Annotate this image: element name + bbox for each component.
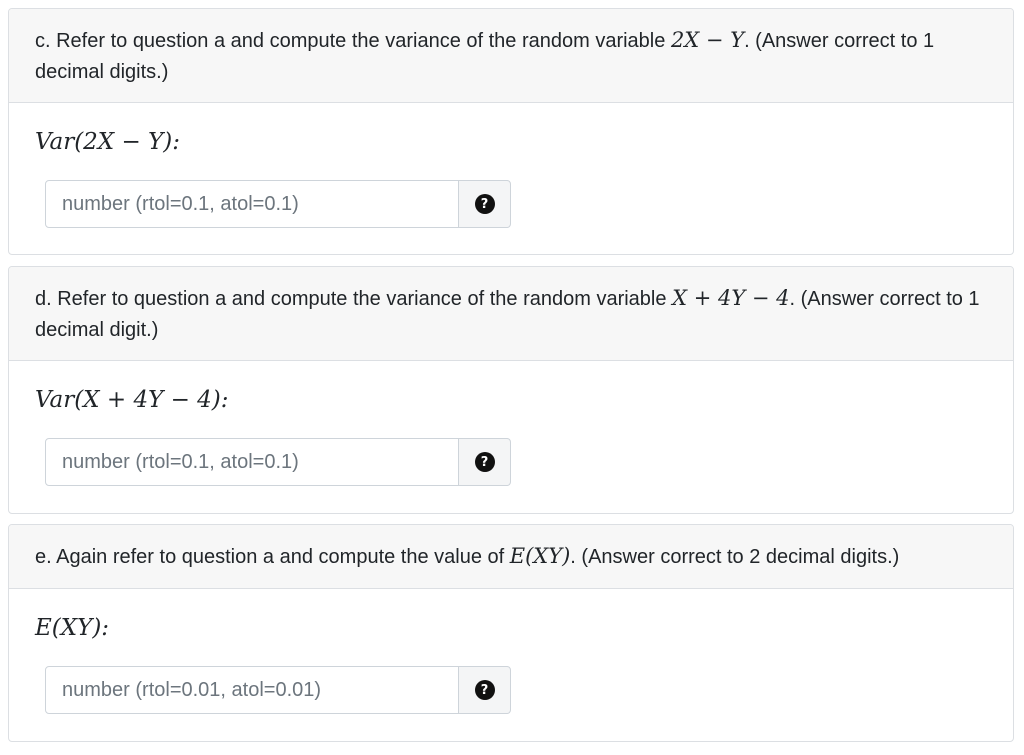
answer-input-c[interactable] [45, 180, 459, 228]
question-card-c: c. Refer to question a and compute the v… [8, 8, 1014, 255]
answer-input-group-d: ? [45, 438, 512, 486]
help-button-d[interactable]: ? [458, 438, 511, 486]
question-card-e: e. Again refer to question a and compute… [8, 524, 1014, 742]
question-card-d: d. Refer to question a and compute the v… [8, 266, 1014, 514]
question-prompt-e: e. Again refer to question a and compute… [9, 525, 1013, 589]
question-circle-icon: ? [474, 452, 495, 472]
answer-area-d: Var(X + 4Y − 4): ? [9, 361, 1013, 513]
prompt-math-d: X + 4Y − 4 [672, 286, 790, 310]
prompt-text-c: c. Refer to question a and compute the v… [35, 30, 671, 52]
answer-area-e: E(XY): ? [9, 589, 1013, 741]
answer-label-d: Var(X + 4Y − 4): [35, 387, 229, 413]
answer-input-d[interactable] [45, 438, 459, 486]
answer-area-c: Var(2X − Y): ? [9, 103, 1013, 254]
answer-input-group-e: ? [45, 666, 512, 714]
answer-input-group-c: ? [45, 180, 512, 228]
question-prompt-d: d. Refer to question a and compute the v… [9, 267, 1013, 361]
answer-label-e: E(XY): [35, 615, 110, 641]
help-button-c[interactable]: ? [458, 180, 511, 228]
prompt-text-d: d. Refer to question a and compute the v… [35, 288, 673, 310]
prompt-suffix-e: . (Answer correct to 2 decimal digits.) [570, 546, 900, 568]
answer-label-c: Var(2X − Y): [35, 129, 180, 155]
answer-input-e[interactable] [45, 666, 459, 714]
question-circle-icon: ? [474, 194, 495, 214]
prompt-text-e: e. Again refer to question a and compute… [35, 546, 510, 568]
prompt-math-c: 2X − Y [670, 28, 745, 52]
help-button-e[interactable]: ? [458, 666, 511, 714]
prompt-math-e: E(XY) [509, 544, 571, 568]
question-prompt-c: c. Refer to question a and compute the v… [9, 9, 1013, 103]
question-circle-icon: ? [474, 680, 495, 700]
